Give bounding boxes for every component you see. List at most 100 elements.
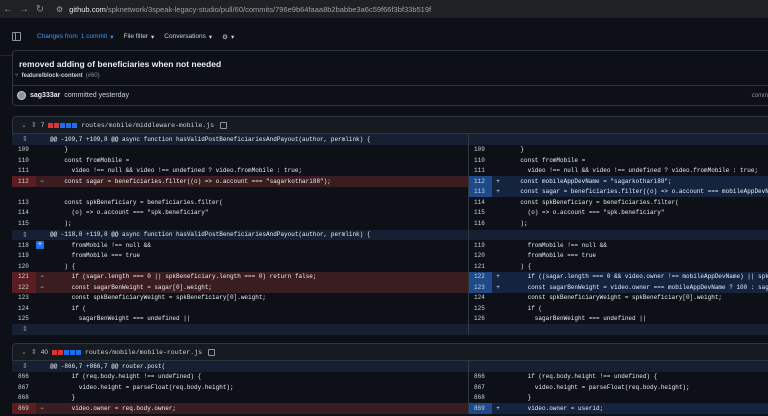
divider bbox=[13, 85, 768, 86]
site-info-icon[interactable]: ⚙ bbox=[56, 5, 63, 14]
code-line: fromMobile !== null && bbox=[50, 241, 151, 249]
diff-sign: − bbox=[36, 403, 48, 414]
code-line: if (req.body.height !== undefined) { bbox=[506, 373, 658, 381]
line-number: 111 bbox=[474, 167, 485, 175]
line-number: 866 bbox=[18, 373, 29, 381]
code-line: if (sagar.length === 0 || spkBeneficiary… bbox=[48, 271, 468, 282]
chevron-down-icon[interactable]: ⌄ bbox=[21, 121, 27, 129]
diff-sign bbox=[36, 303, 48, 314]
expand-up-icon[interactable]: ⇕ bbox=[22, 231, 28, 240]
file-tree-toggle-icon[interactable] bbox=[12, 32, 21, 41]
diffstat-bars bbox=[51, 349, 81, 355]
expand-all-icon[interactable]: ⇕ bbox=[31, 348, 37, 356]
branch-row: ⑂ feature/block-content (#60) bbox=[15, 73, 100, 79]
file-filter-dropdown[interactable]: File filter ▾ bbox=[123, 33, 154, 41]
commit-hash[interactable]: comm bbox=[752, 93, 768, 99]
author-row: sag333ar committed yesterday bbox=[17, 91, 129, 100]
diff-row: 125 sagarBenWeight === undefined || 126 s… bbox=[12, 314, 768, 325]
code-line: } bbox=[50, 394, 76, 402]
url-field[interactable]: ⚙ github.com/spknetwork/3speak-legacy-st… bbox=[56, 2, 431, 16]
code-line: const fromMobile = bbox=[506, 156, 586, 164]
line-number: 869 bbox=[12, 403, 36, 414]
diff-sign bbox=[492, 393, 504, 404]
add-comment-icon[interactable]: + bbox=[36, 241, 44, 249]
line-number: 866 bbox=[474, 373, 485, 381]
diff-row: 118 fromMobile !== null && 119 fromMobile… bbox=[12, 240, 768, 251]
diff-sign bbox=[492, 251, 504, 262]
conversations-dropdown[interactable]: Conversations ▾ bbox=[164, 33, 212, 41]
copy-icon[interactable] bbox=[220, 121, 227, 129]
expand-up-icon[interactable]: ⇕ bbox=[22, 362, 28, 371]
code-line: if ( bbox=[50, 304, 87, 312]
changes-count: 40 bbox=[40, 348, 48, 356]
diff-sign bbox=[492, 314, 504, 325]
diff-sign bbox=[36, 155, 48, 166]
commit-title: removed adding of beneficiaries when not… bbox=[19, 59, 222, 69]
changes-label: Changes from bbox=[37, 33, 78, 40]
diff-row: 866 if (req.body.height !== undefined) {… bbox=[12, 372, 768, 383]
diff-sign bbox=[36, 382, 48, 393]
diff-row: 111 video !== null && video !== undefine… bbox=[12, 166, 768, 177]
line-number: 121 bbox=[12, 271, 36, 282]
line-number: 115 bbox=[474, 209, 485, 217]
diff-sign bbox=[492, 218, 504, 229]
file-header: ⌄ ⇕ 40 routes/mobile/mobile-router.js bbox=[12, 343, 768, 361]
branch-name[interactable]: feature/block-content bbox=[22, 73, 83, 79]
line-number: 868 bbox=[474, 394, 485, 402]
code-line: const spkBeneficiaryWeight = spkBenefici… bbox=[506, 294, 723, 302]
changes-from-dropdown[interactable]: Changes from 1 commit ▾ bbox=[31, 33, 113, 41]
diffstat-bars bbox=[48, 122, 78, 128]
diff-sign bbox=[492, 303, 504, 314]
diff-row: 123 const spkBeneficiaryWeight = spkBene… bbox=[12, 293, 768, 304]
line-number: 109 bbox=[18, 146, 29, 154]
pr-reference[interactable]: (#60) bbox=[86, 73, 100, 79]
settings-dropdown[interactable]: ⚙ ▾ bbox=[222, 33, 234, 41]
split-divider bbox=[468, 361, 469, 414]
code-line: ); bbox=[506, 219, 528, 227]
code-line: ) { bbox=[506, 262, 532, 270]
code-line: } bbox=[50, 146, 69, 154]
line-number: 867 bbox=[474, 383, 485, 391]
expand-up-icon[interactable]: ⇕ bbox=[22, 135, 28, 144]
avatar[interactable] bbox=[17, 91, 26, 100]
diff-row: 119 fromMobile === true 120 fromMobile ==… bbox=[12, 251, 768, 262]
code-line: video !== null && video !== undefined ? … bbox=[50, 167, 303, 175]
chevron-down-icon: ▾ bbox=[230, 33, 235, 41]
line-number: 125 bbox=[474, 304, 485, 312]
diff-sign bbox=[492, 155, 504, 166]
diff-sign bbox=[36, 314, 48, 325]
hunk-header: @@ -866,7 +866,7 @@ router.post(⇕ bbox=[12, 361, 768, 372]
file-path[interactable]: routes/mobile/middleware-mobile.js bbox=[81, 122, 214, 129]
reload-icon[interactable]: ↻ bbox=[32, 1, 48, 17]
copy-icon[interactable] bbox=[208, 348, 216, 356]
expand-all-icon[interactable]: ⇕ bbox=[31, 121, 37, 129]
chevron-down-icon: ▾ bbox=[151, 33, 155, 41]
diff-sign: − bbox=[36, 176, 48, 187]
back-icon[interactable]: ← bbox=[0, 1, 16, 17]
line-number: 124 bbox=[18, 304, 29, 312]
line-number: 113 bbox=[18, 198, 29, 206]
line-number: 110 bbox=[18, 156, 29, 164]
diff-row: 120 ) {121 ) { bbox=[12, 261, 768, 272]
commit-time: committed yesterday bbox=[64, 92, 129, 99]
expand-down-icon[interactable]: ⇕ bbox=[22, 325, 28, 334]
chevron-down-icon[interactable]: ⌄ bbox=[21, 348, 27, 356]
code-line: video !== null && video !== undefined ? … bbox=[506, 167, 759, 175]
diff-row: 124 if (125 if ( bbox=[12, 303, 768, 314]
expand-row[interactable]: ⇕ bbox=[12, 324, 768, 335]
file-path[interactable]: routes/mobile/mobile-router.js bbox=[85, 349, 202, 356]
code-line: const sagar = beneficiaries.filter((o) =… bbox=[48, 176, 468, 187]
diff-sign: + bbox=[492, 186, 504, 197]
author-name[interactable]: sag333ar bbox=[30, 92, 60, 99]
line-number: 122 bbox=[12, 282, 36, 293]
code-line: ) { bbox=[50, 262, 76, 270]
line-number: 122 bbox=[468, 271, 492, 282]
hunk-header: @@ -109,7 +109,8 @@ async function hasVa… bbox=[12, 134, 768, 145]
split-divider bbox=[468, 134, 469, 335]
forward-icon[interactable]: → bbox=[16, 1, 32, 17]
diff-sign bbox=[492, 166, 504, 177]
code-line: const sagar = beneficiaries.filter((o) =… bbox=[504, 186, 768, 197]
line-number: 114 bbox=[474, 198, 485, 206]
code-line: (o) => o.account === "spk.beneficiary" bbox=[50, 209, 209, 217]
code-line: ); bbox=[50, 219, 72, 227]
